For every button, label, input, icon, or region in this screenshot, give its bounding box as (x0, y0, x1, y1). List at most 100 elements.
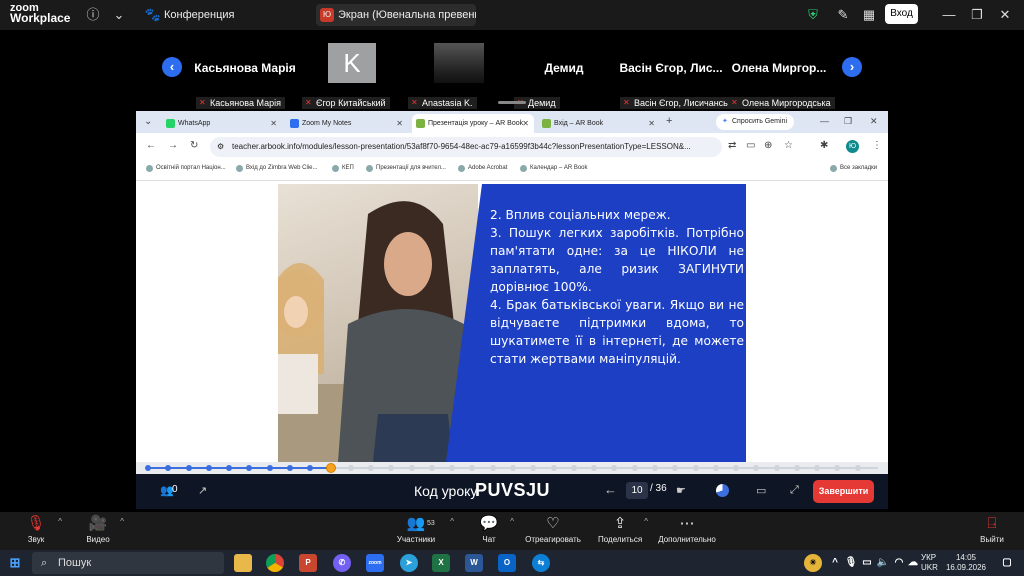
participant-tile[interactable]: Олена Миргор... Олена Миргородська (726, 43, 835, 109)
slide-progress[interactable] (136, 462, 888, 474)
minimize-icon[interactable]: — (820, 116, 829, 126)
login-button[interactable]: Вход (885, 4, 918, 24)
close-icon[interactable]: ✕ (870, 116, 878, 127)
word-icon[interactable]: W (465, 554, 483, 572)
bookmark-item[interactable]: Календар – AR Book (520, 165, 588, 172)
powerpoint-icon[interactable]: P (299, 554, 317, 572)
progress-step-dot[interactable] (793, 465, 800, 471)
progress-step-dot[interactable] (408, 465, 415, 471)
chat-button[interactable]: 💬 Чат ^ (476, 513, 514, 544)
menu-icon[interactable]: ⋮ (872, 140, 882, 151)
finish-button[interactable]: Завершити (813, 480, 874, 503)
conference-label[interactable]: Конференция (164, 9, 234, 21)
browser-tab[interactable]: WhatsApp ✕ (162, 114, 282, 133)
file-explorer-icon[interactable] (234, 554, 252, 572)
address-bar[interactable]: ⚙ teacher.arbook.info/modules/lesson-pre… (210, 137, 722, 157)
windows-start-icon[interactable]: ⊞ (6, 554, 24, 572)
close-tab-icon[interactable]: ✕ (522, 114, 529, 133)
progress-step-dot[interactable] (651, 465, 658, 471)
caret-up-icon[interactable]: ^ (120, 517, 124, 526)
annotate-icon[interactable]: ✎ (834, 6, 852, 24)
language-indicator[interactable]: УКР UKR (921, 553, 938, 573)
progress-step-dot[interactable] (854, 465, 861, 471)
close-tab-icon[interactable]: ✕ (648, 114, 655, 133)
shared-screen-tab[interactable]: Ю Экран (Ювенальна превенція Л (316, 4, 476, 26)
trend-icon[interactable]: ↗ (198, 484, 207, 497)
progress-step-dot[interactable] (266, 465, 273, 471)
progress-step-dot[interactable] (712, 465, 719, 471)
gemini-button[interactable]: ✦ Спросить Gemini (716, 114, 795, 130)
shield-icon[interactable]: ⛨ (804, 6, 822, 24)
progress-step-dot[interactable] (733, 465, 740, 471)
progress-step-dot[interactable] (611, 465, 618, 471)
participant-tile[interactable]: Касьянова Марія Касьянова Марія (186, 43, 304, 109)
prev-slide-icon[interactable]: ← (604, 482, 617, 497)
progress-step-dot[interactable] (165, 465, 172, 471)
close-tab-icon[interactable]: ✕ (270, 114, 277, 133)
viber-icon[interactable]: ✆ (333, 554, 351, 572)
current-page-input[interactable]: 10 (626, 482, 648, 499)
progress-step-dot[interactable] (307, 465, 314, 471)
caret-up-icon[interactable]: ^ (58, 517, 62, 526)
excel-icon[interactable]: X (432, 554, 450, 572)
restore-icon[interactable]: ❐ (968, 6, 986, 24)
outlook-icon[interactable]: O (498, 554, 516, 572)
more-button[interactable]: ⋯ Дополнительно (656, 513, 718, 544)
progress-step-dot[interactable] (226, 465, 233, 471)
progress-step-dot[interactable] (631, 465, 638, 471)
participant-tile[interactable]: Васін Єгор, Лис... Васін Єгор, Лисичансь… (618, 43, 740, 109)
cloud-icon[interactable]: ☁ (904, 554, 922, 572)
translate-icon[interactable]: ⇄ (728, 140, 736, 151)
participants-button[interactable]: 👥 Участники ^ (396, 513, 454, 544)
zoom-page-icon[interactable]: ⊕ (764, 140, 772, 151)
chevron-down-icon[interactable]: ⌄ (110, 6, 128, 24)
bookmark-item[interactable]: КЕП (332, 165, 354, 172)
bookmark-item[interactable]: Презентації для вчител... (366, 165, 446, 172)
extensions-icon[interactable]: ✱ (820, 140, 828, 151)
back-icon[interactable]: ← (146, 140, 156, 151)
progress-step-dot[interactable] (692, 465, 699, 471)
grid-icon[interactable]: ▦ (860, 6, 878, 24)
progress-step-dot[interactable] (570, 465, 577, 471)
progress-step-dot[interactable] (753, 465, 760, 471)
profile-avatar[interactable]: Ю (846, 140, 859, 153)
chrome-icon[interactable] (266, 554, 284, 572)
caret-up-icon[interactable]: ^ (450, 517, 454, 526)
progress-step-dot[interactable] (591, 465, 598, 471)
close-tab-icon[interactable]: ✕ (396, 114, 403, 133)
clock[interactable]: 14:05 16.09.2026 (944, 553, 988, 573)
progress-step-dot[interactable] (469, 465, 476, 471)
teamviewer-icon[interactable]: ⇆ (532, 554, 550, 572)
progress-step-dot[interactable] (489, 465, 496, 471)
progress-step-dot[interactable] (286, 465, 293, 471)
strip-resize-handle[interactable] (498, 101, 526, 104)
progress-step-dot[interactable] (814, 465, 821, 471)
screen-icon[interactable]: ▭ (756, 484, 766, 497)
progress-step-dot[interactable] (773, 465, 780, 471)
progress-step-dot[interactable] (388, 465, 395, 471)
bookmark-item[interactable]: Вхід до Zimbra Web Clie... (236, 165, 318, 172)
progress-step-dot[interactable] (145, 465, 151, 471)
progress-step-dot[interactable] (449, 465, 456, 471)
new-tab-icon[interactable]: + (666, 115, 672, 127)
bookmark-star-icon[interactable]: ☆ (784, 140, 793, 151)
progress-step-dot[interactable] (510, 465, 516, 471)
video-button[interactable]: 🎥 Видео ^ (84, 513, 124, 544)
share-button[interactable]: ⇪ Поделиться ^ (598, 513, 648, 544)
notifications-icon[interactable]: ▢ (998, 554, 1016, 572)
progress-step-dot[interactable] (672, 465, 679, 471)
bookmark-item[interactable]: Освітній портал Націон... (146, 165, 226, 172)
react-button[interactable]: ♡ Отреагировать (525, 513, 581, 544)
progress-step-dot[interactable] (185, 465, 192, 471)
pointer-hand-icon[interactable]: ☛ (676, 484, 686, 497)
progress-step-dot[interactable] (368, 465, 375, 471)
caret-up-icon[interactable]: ^ (644, 517, 648, 526)
all-bookmarks[interactable]: Все закладки (830, 165, 877, 172)
forward-icon[interactable]: → (168, 140, 178, 151)
info-icon[interactable]: ⓘ (84, 6, 102, 24)
bookmark-item[interactable]: Adobe Acrobat (458, 165, 507, 172)
progress-step-dot[interactable] (550, 465, 557, 471)
progress-step-dot[interactable] (205, 465, 212, 471)
fullscreen-icon[interactable]: ⤢ (790, 484, 799, 497)
zoom-taskbar-icon[interactable]: zoom (366, 554, 384, 572)
